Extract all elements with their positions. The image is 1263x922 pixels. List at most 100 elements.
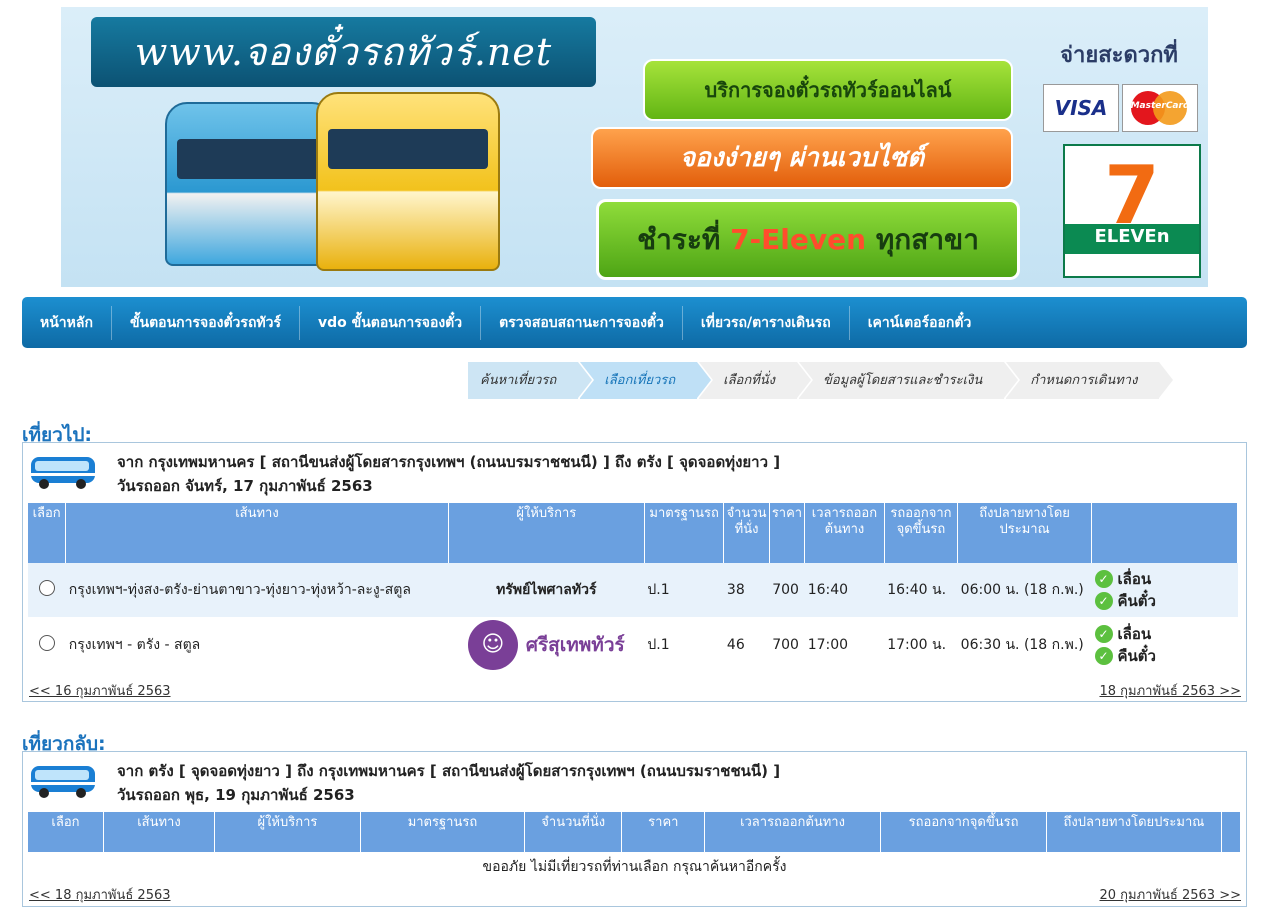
outbound-table: เลือก เส้นทาง ผู้ให้บริการ มาตรฐานรถ จำน… — [28, 503, 1238, 673]
row-route: กรุงเทพฯ - ตรัง - สตูล — [68, 637, 201, 653]
row-route: กรุงเทพฯ-ทุ่งสง-ตรัง-ย่านตาขาว-ทุ่งยาว-ท… — [68, 582, 411, 598]
provider-name: ศรีสุเทพทัวร์ — [525, 634, 625, 656]
refund-label: คืนตั๋ว — [1117, 592, 1156, 610]
mastercard-logo: MasterCard — [1122, 84, 1198, 132]
service-banner-text: บริการจองตั๋วรถทัวร์ออนไลน์ — [643, 59, 1013, 121]
bus-icon — [31, 766, 95, 798]
header-banner: www.จองตั๋วรถทัวร์.net บริการจองตั๋วรถทั… — [61, 7, 1208, 287]
col-select: เลือก — [28, 503, 67, 563]
col-seats: จำนวนที่นั่ง — [524, 812, 623, 852]
row-actions: ✓ เลื่อน ✓ คืนตั๋ว — [1092, 563, 1238, 617]
step-select-trip: เลือกเที่ยวรถ — [580, 362, 711, 399]
return-route: จาก ตรัง [ จุดจอดทุ่งยาว ] ถึง กรุงเทพมห… — [117, 762, 781, 780]
outbound-prev-day-link[interactable]: << 16 กุมภาพันธ์ 2563 — [29, 680, 171, 701]
row-provider: ☺ ศรีสุเทพทัวร์ — [448, 617, 644, 673]
col-actions — [1091, 503, 1238, 563]
table-row: กรุงเทพฯ-ทุ่งสง-ตรัง-ย่านตาขาว-ทุ่งยาว-ท… — [28, 563, 1238, 617]
blue-bus-image — [165, 102, 334, 266]
outbound-box: จาก กรุงเทพมหานคร [ สถานีขนส่งผู้โดยสารก… — [22, 442, 1247, 702]
col-pickup: รถออกจากจุดขึ้นรถ — [880, 812, 1048, 852]
bus-icon — [31, 457, 95, 489]
return-prev-day-link[interactable]: << 18 กุมภาพันธ์ 2563 — [29, 884, 171, 905]
site-url-logo: www.จองตั๋วรถทัวร์.net — [91, 17, 596, 87]
postpone-link[interactable]: ✓ เลื่อน — [1094, 623, 1235, 645]
col-provider: ผู้ให้บริการ — [214, 812, 361, 852]
easy-booking-banner-text: จองง่ายๆ ผ่านเวบไซต์ — [591, 127, 1013, 189]
mastercard-text: MasterCard — [1130, 101, 1190, 111]
refund-link[interactable]: ✓ คืนตั๋ว — [1094, 645, 1235, 667]
row-arrive: 06:00 น. (18 ก.พ.) — [960, 582, 1084, 598]
row-standard: ป.1 — [647, 582, 670, 598]
nav-item-vdo-steps[interactable]: vdo ขั้นตอนการจองตั๋ว — [300, 305, 482, 340]
payment-prefix: ชำระที่ — [637, 223, 731, 256]
nav-item-check-status[interactable]: ตรวจสอบสถานะการจองตั๋ว — [481, 305, 683, 340]
col-depart: เวลารถออกต้นทาง — [804, 503, 885, 563]
row-standard: ป.1 — [647, 637, 670, 653]
outbound-next-day-link[interactable]: 18 กุมภาพันธ์ 2563 >> — [1099, 680, 1241, 701]
step-search: ค้นหาเที่ยวรถ — [468, 362, 593, 399]
visa-logo: VISA — [1043, 84, 1119, 132]
row-depart: 17:00 — [807, 637, 849, 653]
row-actions: ✓ เลื่อน ✓ คืนตั๋ว — [1092, 617, 1238, 673]
col-seats: จำนวนที่นั่ง — [723, 503, 770, 563]
yellow-bus-image — [316, 92, 500, 271]
check-icon: ✓ — [1094, 647, 1113, 665]
provider-logo-icon: ☺ — [467, 620, 518, 670]
row-pickup: 16:40 น. — [887, 582, 947, 598]
select-radio[interactable] — [38, 634, 55, 651]
main-nav: หน้าหลัก ขั้นตอนการจองตั๋วรถทัวร์ vdo ขั… — [22, 297, 1247, 348]
return-table: เลือก เส้นทาง ผู้ให้บริการ มาตรฐานรถ จำน… — [28, 812, 1242, 852]
outbound-date: วันรถออก จันทร์, 17 กุมภาพันธ์ 2563 — [117, 477, 373, 495]
row-price: 700 — [772, 637, 799, 653]
col-provider: ผู้ให้บริการ — [448, 503, 645, 563]
return-date: วันรถออก พุธ, 19 กุมภาพันธ์ 2563 — [117, 786, 355, 804]
payment-banner-text: ชำระที่ 7-Eleven ทุกสาขา — [596, 199, 1020, 280]
seven-eleven-text: ELEVEn — [1094, 226, 1170, 247]
row-arrive: 06:30 น. (18 ก.พ.) — [960, 637, 1084, 653]
col-route: เส้นทาง — [103, 812, 215, 852]
nav-item-booking-steps[interactable]: ขั้นตอนการจองตั๋วรถทัวร์ — [112, 305, 301, 340]
check-icon: ✓ — [1094, 570, 1113, 588]
col-arrive: ถึงปลายทางโดยประมาณ — [957, 503, 1093, 563]
postpone-link[interactable]: ✓ เลื่อน — [1094, 568, 1235, 590]
refund-link[interactable]: ✓ คืนตั๋ว — [1094, 590, 1235, 612]
outbound-route: จาก กรุงเทพมหานคร [ สถานีขนส่งผู้โดยสารก… — [117, 453, 781, 471]
postpone-label: เลื่อน — [1117, 570, 1152, 588]
return-box: จาก ตรัง [ จุดจอดทุ่งยาว ] ถึง กรุงเทพมห… — [22, 751, 1247, 907]
row-seats: 38 — [726, 582, 745, 598]
col-price: ราคา — [769, 503, 806, 563]
check-icon: ✓ — [1094, 592, 1113, 610]
nav-item-home[interactable]: หน้าหลัก — [22, 305, 112, 340]
step-itinerary: กำหนดการเดินทาง — [1006, 362, 1174, 399]
booking-steps: ค้นหาเที่ยวรถ เลือกเที่ยวรถ เลือกที่นั่ง… — [468, 362, 1174, 399]
row-provider: ทรัพย์ไพศาลทัวร์ — [496, 582, 597, 598]
step-select-seat: เลือกที่นั่ง — [699, 362, 811, 399]
row-depart: 16:40 — [807, 582, 849, 598]
col-standard: มาตรฐานรถ — [360, 812, 525, 852]
postpone-label: เลื่อน — [1117, 625, 1152, 643]
col-standard: มาตรฐานรถ — [644, 503, 725, 563]
row-pickup: 17:00 น. — [887, 637, 947, 653]
col-select: เลือก — [28, 812, 104, 852]
col-depart: เวลารถออกต้นทาง — [704, 812, 881, 852]
check-icon: ✓ — [1094, 625, 1113, 643]
row-seats: 46 — [726, 637, 745, 653]
row-price: 700 — [772, 582, 799, 598]
select-radio[interactable] — [38, 579, 55, 596]
step-passenger-payment: ข้อมูลผู้โดยสารและชำระเงิน — [799, 362, 1019, 399]
col-price: ราคา — [621, 812, 706, 852]
nav-item-schedule[interactable]: เที่ยวรถ/ตารางเดินรถ — [683, 305, 850, 340]
col-actions — [1221, 812, 1242, 852]
col-arrive: ถึงปลายทางโดยประมาณ — [1046, 812, 1222, 852]
nav-item-counters[interactable]: เคาน์เตอร์ออกตั๋ว — [850, 306, 990, 340]
no-trips-message: ขออภัย ไม่มีเที่ยวรถที่ท่านเลือก กรุณาค้… — [482, 859, 787, 875]
col-route: เส้นทาง — [65, 503, 449, 563]
table-row: กรุงเทพฯ - ตรัง - สตูล ☺ ศรีสุเทพทัวร์ ป.… — [28, 617, 1238, 673]
payment-suffix: ทุกสาขา — [866, 223, 979, 256]
col-pickup: รถออกจากจุดขึ้นรถ — [884, 503, 959, 563]
return-next-day-link[interactable]: 20 กุมภาพันธ์ 2563 >> — [1099, 884, 1241, 905]
refund-label: คืนตั๋ว — [1117, 647, 1156, 665]
payment-store: 7-Eleven — [730, 223, 867, 256]
seven-eleven-logo: 7 ELEVEn — [1063, 144, 1201, 278]
pay-convenient-label: จ่ายสะดวกที่ — [1060, 43, 1178, 68]
